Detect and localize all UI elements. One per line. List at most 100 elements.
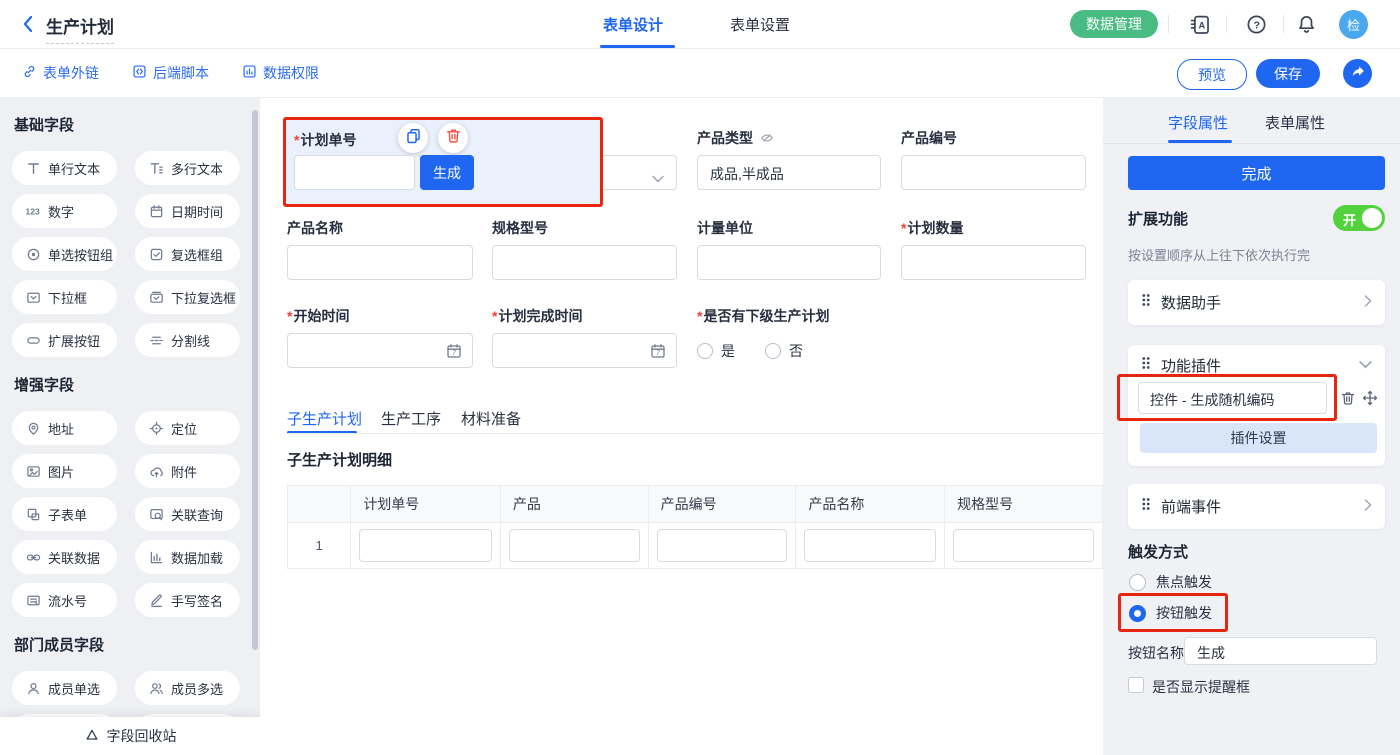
finish-time-input[interactable]: 7 xyxy=(492,333,677,368)
share-button[interactable] xyxy=(1343,59,1372,88)
button-name-input[interactable]: 生成 xyxy=(1184,637,1377,665)
subtab-production-process[interactable]: 生产工序 xyxy=(381,408,441,429)
radio-button-trigger[interactable]: 按钮触发 xyxy=(1129,603,1212,623)
data-permission-link[interactable]: 数据权限 xyxy=(242,63,319,83)
sidebar-item-serial-number[interactable]: 流水号 xyxy=(12,583,117,617)
subtable-cell-input[interactable] xyxy=(509,529,640,562)
sidebar-item-datetime[interactable]: 日期时间 xyxy=(135,194,240,228)
field-recycle-bin[interactable]: 字段回收站 xyxy=(0,717,260,755)
card-frontend-event[interactable]: 前端事件 xyxy=(1128,484,1385,529)
chevron-down-icon[interactable] xyxy=(1359,356,1372,374)
sidebar-item-lookup[interactable]: 关联查询 xyxy=(135,497,240,531)
field-product-name[interactable]: 产品名称 xyxy=(287,218,473,280)
radio-circle[interactable] xyxy=(1129,574,1146,591)
plan-qty-input[interactable] xyxy=(901,245,1086,280)
radio-circle-selected[interactable] xyxy=(1129,605,1146,622)
sidebar-item-image[interactable]: 图片 xyxy=(12,454,117,488)
sidebar-item-label: 附件 xyxy=(171,462,197,481)
field-plan-qty[interactable]: *计划数量 xyxy=(901,218,1086,280)
plan-no-input[interactable] xyxy=(294,155,415,190)
tab-form-design[interactable]: 表单设计 xyxy=(603,14,663,35)
contact-book-icon[interactable]: A xyxy=(1189,14,1211,36)
chevron-right-icon[interactable] xyxy=(1364,294,1372,312)
copy-field-button[interactable] xyxy=(398,123,428,153)
spec-model-input[interactable] xyxy=(492,245,677,280)
field-product-type[interactable]: 产品类型 成品,半成品 xyxy=(697,128,881,190)
sidebar-scrollbar[interactable] xyxy=(252,110,258,650)
subtable-cell-input[interactable] xyxy=(657,529,788,562)
field-start-time[interactable]: *开始时间 7 xyxy=(287,306,473,368)
sidebar-item-member-single[interactable]: 成员单选 xyxy=(12,671,117,705)
radio-circle[interactable] xyxy=(765,343,781,359)
sidebar-item-address[interactable]: 地址 xyxy=(12,411,117,445)
backend-script-link[interactable]: 后端脚本 xyxy=(132,63,209,83)
sidebar-item-number[interactable]: 123数字 xyxy=(12,194,117,228)
sidebar-item-linked-data[interactable]: 关联数据 xyxy=(12,540,117,574)
sidebar-item-extend-button[interactable]: 扩展按钮 xyxy=(12,323,117,357)
sidebar-item-member-multi[interactable]: 成员多选 xyxy=(135,671,240,705)
card-plugin[interactable]: 功能插件 控件 - 生成随机编码 插件设置 xyxy=(1128,345,1385,466)
tab-field-properties[interactable]: 字段属性 xyxy=(1168,112,1228,133)
back-icon[interactable] xyxy=(20,14,38,34)
subtab-sub-production-plan[interactable]: 子生产计划 xyxy=(287,408,362,429)
field-finish-time[interactable]: *计划完成时间 7 xyxy=(492,306,677,368)
radio-yes[interactable]: 是 xyxy=(697,341,735,361)
product-code-input[interactable] xyxy=(901,155,1086,190)
field-spec-model[interactable]: 规格型号 xyxy=(492,218,677,280)
sidebar-item-location[interactable]: 定位 xyxy=(135,411,240,445)
drag-handle-icon[interactable] xyxy=(1141,497,1151,516)
subtable-cell-input[interactable] xyxy=(953,529,1094,562)
show-alert-checkbox[interactable] xyxy=(1128,677,1144,693)
tab-form-properties[interactable]: 表单属性 xyxy=(1265,112,1325,133)
sidebar-item-checkbox-group[interactable]: 复选框组 xyxy=(135,237,240,271)
tab-form-settings[interactable]: 表单设置 xyxy=(730,14,790,35)
radio-no[interactable]: 否 xyxy=(765,341,803,361)
chevron-right-icon[interactable] xyxy=(1364,498,1372,516)
bell-icon[interactable] xyxy=(1296,14,1318,36)
generate-button[interactable]: 生成 xyxy=(420,155,474,190)
field-unit[interactable]: 计量单位 xyxy=(697,218,881,280)
product-type-input[interactable]: 成品,半成品 xyxy=(697,155,881,190)
sidebar-item-divider[interactable]: 分割线 xyxy=(135,323,240,357)
form-external-link[interactable]: 表单外链 xyxy=(22,63,99,83)
subtable-column-header: 计划单号 xyxy=(351,486,501,523)
save-button[interactable]: 保存 xyxy=(1256,59,1320,88)
field-has-sub-plan[interactable]: *是否有下级生产计划 是 否 xyxy=(697,306,997,368)
sidebar-item-data-load[interactable]: 数据加载 xyxy=(135,540,240,574)
divider-icon xyxy=(148,332,164,348)
sidebar-item-radio-group[interactable]: 单选按钮组 xyxy=(12,237,117,271)
sidebar-item-multi-select[interactable]: 下拉复选框 xyxy=(135,280,240,314)
move-plugin-icon[interactable] xyxy=(1362,390,1378,411)
unit-input[interactable] xyxy=(697,245,881,280)
extension-toggle[interactable]: 开 xyxy=(1333,205,1385,231)
subtable-cell-input[interactable] xyxy=(804,529,936,562)
delete-field-button[interactable] xyxy=(438,123,468,153)
sidebar-item-single-line-text[interactable]: 单行文本 xyxy=(12,151,117,185)
sidebar-item-select[interactable]: 下拉框 xyxy=(12,280,117,314)
drag-handle-icon[interactable] xyxy=(1141,293,1151,312)
subtable-cell-input[interactable] xyxy=(359,529,492,562)
avatar[interactable]: 检 xyxy=(1339,10,1368,39)
sidebar-item-signature[interactable]: 手写签名 xyxy=(135,583,240,617)
sidebar-item-subform[interactable]: 子表单 xyxy=(12,497,117,531)
selected-field-plan-no[interactable]: * 计划单号 生成 xyxy=(283,117,603,207)
sidebar-item-attachment[interactable]: 附件 xyxy=(135,454,240,488)
radio-circle[interactable] xyxy=(697,343,713,359)
data-manage-button[interactable]: 数据管理 xyxy=(1070,10,1158,38)
done-button[interactable]: 完成 xyxy=(1128,156,1385,190)
delete-plugin-icon[interactable] xyxy=(1340,390,1356,411)
radio-focus-trigger[interactable]: 焦点触发 xyxy=(1129,572,1212,592)
svg-text:123: 123 xyxy=(26,207,40,217)
product-name-input[interactable] xyxy=(287,245,473,280)
subtab-material-prep[interactable]: 材料准备 xyxy=(461,408,521,429)
preview-button[interactable]: 预览 xyxy=(1177,59,1247,90)
sidebar-item-label: 关联数据 xyxy=(48,548,100,567)
plugin-select[interactable]: 控件 - 生成随机编码 xyxy=(1138,382,1327,414)
start-time-input[interactable]: 7 xyxy=(287,333,473,368)
help-icon[interactable]: ? xyxy=(1246,14,1268,36)
field-product-code[interactable]: 产品编号 xyxy=(901,128,1086,190)
card-data-helper[interactable]: 数据助手 xyxy=(1128,280,1385,325)
sidebar-item-multi-line-text[interactable]: 多行文本 xyxy=(135,151,240,185)
drag-handle-icon[interactable] xyxy=(1141,356,1151,375)
plugin-settings-button[interactable]: 插件设置 xyxy=(1140,423,1377,453)
